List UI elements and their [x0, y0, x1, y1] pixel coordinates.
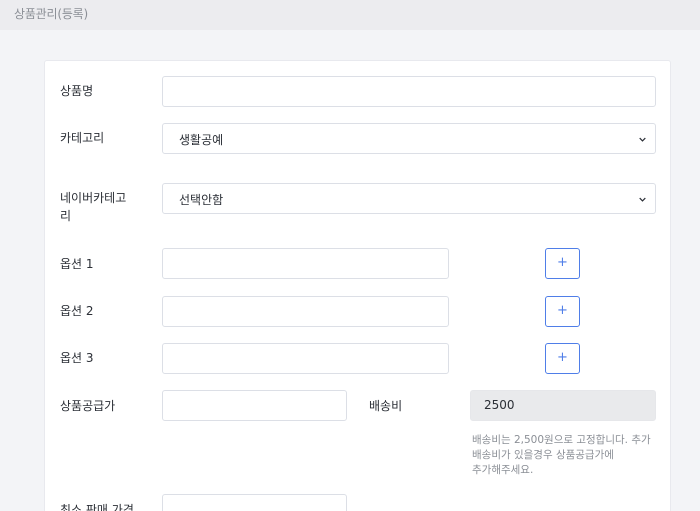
naver-category-label-line1: 네이버카테고 [60, 191, 127, 205]
chevron-down-icon [639, 137, 646, 142]
add-option-1-button[interactable]: + [545, 248, 580, 279]
option-3-label: 옵션 3 [60, 351, 94, 365]
category-label: 카테고리 [60, 131, 105, 145]
category-select[interactable]: 생활공예 [162, 123, 656, 154]
chevron-down-icon [639, 197, 646, 202]
shipping-help-line-1: 배송비는 2,500원으로 고정합니다. 추가 [472, 434, 651, 446]
option-2-label: 옵션 2 [60, 304, 94, 318]
naver-category-select[interactable]: 선택안함 [162, 183, 656, 214]
category-selected-value: 생활공예 [179, 133, 224, 147]
option-3-input[interactable] [162, 343, 449, 374]
min-price-label: 최소 판매 가격 [60, 503, 134, 511]
supply-price-label: 상품공급가 [60, 399, 116, 413]
top-bar: 상품관리(등록) [0, 0, 700, 30]
naver-category-selected-value: 선택안함 [179, 193, 224, 207]
shipping-fee-label: 배송비 [369, 399, 403, 413]
page-title: 상품관리(등록) [14, 7, 89, 21]
min-price-input[interactable] [162, 494, 347, 511]
shipping-fee-value: 2500 [484, 398, 515, 412]
naver-category-label-line2: 리 [60, 209, 72, 223]
product-form-card: 상품명 카테고리 생활공예 네이버카테고 리 선택안함 옵션 1 + 옵션 2 … [44, 60, 671, 511]
product-name-label: 상품명 [60, 84, 94, 98]
option-2-input[interactable] [162, 296, 449, 327]
supply-price-input[interactable] [162, 390, 347, 421]
option-1-input[interactable] [162, 248, 449, 279]
option-1-label: 옵션 1 [60, 257, 94, 271]
add-option-2-button[interactable]: + [545, 296, 580, 327]
add-option-3-button[interactable]: + [545, 343, 580, 374]
product-name-input[interactable] [162, 76, 656, 107]
shipping-fee-field: 2500 [470, 390, 656, 421]
shipping-help-line-3: 추가해주세요. [472, 464, 534, 476]
shipping-help-line-2: 배송비가 있을경우 상품공급가에 [472, 449, 614, 461]
